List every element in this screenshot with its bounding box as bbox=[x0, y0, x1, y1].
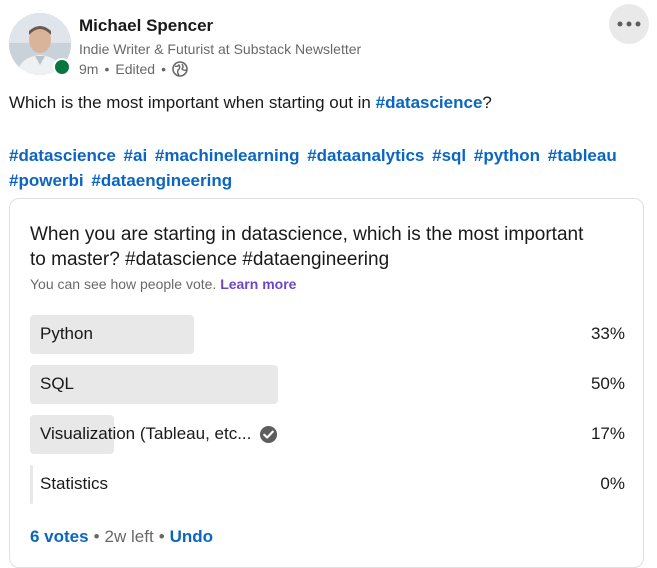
edited-label: Edited bbox=[115, 61, 156, 77]
hashtag-link[interactable]: #ai bbox=[124, 146, 148, 165]
ellipsis-icon bbox=[617, 21, 641, 27]
post-text: Which is the most important when startin… bbox=[9, 92, 492, 114]
hashtag-link[interactable]: #tableau bbox=[548, 146, 617, 165]
footer-separator: • bbox=[158, 527, 165, 546]
hashtag-link[interactable]: #datascience bbox=[9, 146, 116, 165]
author-headline: Indie Writer & Futurist at Substack News… bbox=[79, 41, 362, 57]
poll-option-python[interactable]: Python 33% bbox=[30, 315, 625, 354]
meta-separator: • bbox=[161, 61, 166, 77]
poll-card: When you are starting in datascience, wh… bbox=[9, 198, 644, 568]
author-name[interactable]: Michael Spencer bbox=[79, 16, 213, 36]
poll-visibility-note: You can see how people vote. Learn more bbox=[30, 276, 296, 292]
poll-option-percent: 50% bbox=[590, 374, 625, 393]
hashtag-link[interactable]: #sql bbox=[432, 146, 466, 165]
hashtag-link[interactable]: #python bbox=[474, 146, 540, 165]
hashtag-list: #datascience #ai #machinelearning #dataa… bbox=[9, 143, 639, 193]
meta-separator: • bbox=[104, 61, 110, 77]
post-text-body: Which is the most important when startin… bbox=[9, 93, 376, 112]
hashtag-link[interactable]: #machinelearning bbox=[155, 146, 300, 165]
poll-footer: 6 votes • 2w left • Undo bbox=[30, 527, 213, 547]
poll-note-text: You can see how people vote. bbox=[30, 276, 217, 292]
post-time: 9m bbox=[79, 61, 99, 77]
undo-button[interactable]: Undo bbox=[170, 527, 213, 547]
hashtag-link[interactable]: #powerbi bbox=[9, 171, 84, 190]
votes-link[interactable]: 6 votes bbox=[30, 527, 89, 547]
more-options-button[interactable] bbox=[609, 4, 649, 44]
poll-option-visualization[interactable]: Visualization (Tableau, etc... 17% bbox=[30, 415, 625, 454]
globe-icon bbox=[172, 61, 188, 77]
poll-option-percent: 33% bbox=[590, 324, 625, 343]
poll-option-label: SQL bbox=[40, 374, 75, 393]
poll-option-percent: 0% bbox=[600, 474, 625, 493]
poll-option-label: Visualization (Tableau, etc... bbox=[40, 424, 278, 444]
selected-check-icon bbox=[260, 425, 278, 443]
learn-more-link[interactable]: Learn more bbox=[220, 276, 296, 292]
poll-option-sql[interactable]: SQL 50% bbox=[30, 365, 625, 404]
poll-question: When you are starting in datascience, wh… bbox=[30, 224, 584, 270]
post-meta: 9m • Edited • bbox=[79, 61, 188, 77]
time-left: 2w left bbox=[104, 527, 154, 546]
hashtag-link[interactable]: #dataengineering bbox=[91, 171, 232, 190]
hashtag-link[interactable]: #datascience bbox=[376, 93, 483, 112]
poll-option-statistics[interactable]: Statistics 0% bbox=[30, 465, 625, 504]
poll-option-label: Statistics bbox=[40, 474, 109, 493]
hashtag-link[interactable]: #dataanalytics bbox=[307, 146, 424, 165]
footer-separator: • bbox=[93, 527, 100, 546]
poll-option-percent: 17% bbox=[590, 424, 625, 443]
post-text-end: ? bbox=[482, 93, 492, 112]
online-status-indicator bbox=[53, 58, 71, 76]
poll-result-bar bbox=[30, 465, 33, 504]
poll-option-label: Python bbox=[40, 324, 93, 343]
